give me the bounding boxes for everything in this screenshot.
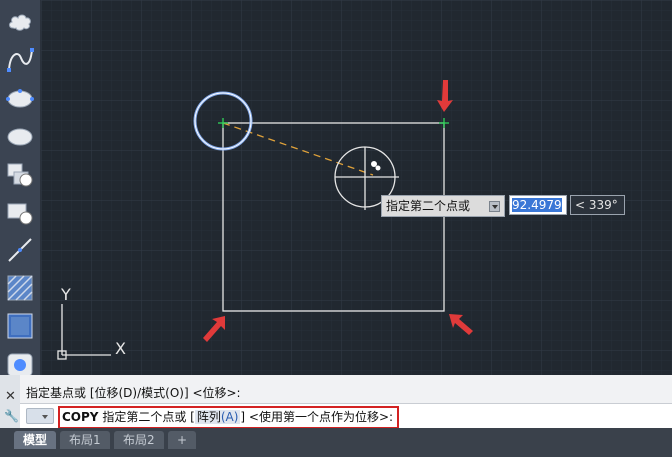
hatch-icon[interactable] xyxy=(2,270,38,306)
ucs-y-label: Y xyxy=(60,285,71,304)
prompt-text-before: 指定第二个点或 [ xyxy=(98,410,195,424)
insert-block-icon[interactable] xyxy=(2,156,38,192)
command-line[interactable]: COPY 指定第二个点或 [阵列(A)] <使用第一个点作为位移>: xyxy=(20,403,672,429)
spline-icon[interactable] xyxy=(2,42,38,78)
prompt-text-after: ] <使用第一个点作为位移>: xyxy=(240,410,394,424)
command-gutter: ✕ 🔧 xyxy=(0,375,21,428)
customize-icon[interactable]: 🔧 xyxy=(4,409,19,423)
distance-input[interactable]: 92.4979 xyxy=(509,195,567,215)
option-array-key: (A) xyxy=(220,410,239,424)
grid xyxy=(41,0,672,375)
revcloud-icon[interactable] xyxy=(2,4,38,40)
command-history: 指定基点或 [位移(D)/模式(O)] <位移>: xyxy=(20,375,672,403)
draw-toolbar xyxy=(0,0,41,377)
ucs-x-label: X xyxy=(115,339,126,358)
region-icon[interactable] xyxy=(2,308,38,344)
command-prompt: COPY 指定第二个点或 [阵列(A)] <使用第一个点作为位移>: xyxy=(58,406,400,429)
tab-model[interactable]: 模型 xyxy=(14,431,57,449)
angle-input[interactable]: < 339° xyxy=(570,195,625,215)
dynamic-input-prompt: 指定第二个点或 xyxy=(381,195,505,217)
construction-line-icon[interactable] xyxy=(2,232,38,268)
dropdown-arrow-icon[interactable] xyxy=(489,201,500,212)
distance-value[interactable]: 92.4979 xyxy=(512,198,562,212)
tab-layout2[interactable]: 布局2 xyxy=(114,431,164,449)
tab-layout1[interactable]: 布局1 xyxy=(60,431,110,449)
layout-tabs: 模型 布局1 布局2 + xyxy=(0,428,672,457)
add-tab-button[interactable]: + xyxy=(168,431,197,449)
ellipse-arc-icon[interactable] xyxy=(2,118,38,154)
option-array-label: 阵列 xyxy=(196,410,221,424)
recent-commands-icon[interactable] xyxy=(26,408,54,424)
current-command: COPY xyxy=(62,410,99,424)
close-icon[interactable]: ✕ xyxy=(5,389,16,404)
option-array[interactable]: 阵列(A) xyxy=(194,410,241,424)
ellipse-icon[interactable] xyxy=(2,80,38,116)
dynamic-prompt-text: 指定第二个点或 xyxy=(386,199,471,213)
drawing-canvas[interactable]: Y X xyxy=(41,0,672,375)
make-block-icon[interactable] xyxy=(2,194,38,230)
